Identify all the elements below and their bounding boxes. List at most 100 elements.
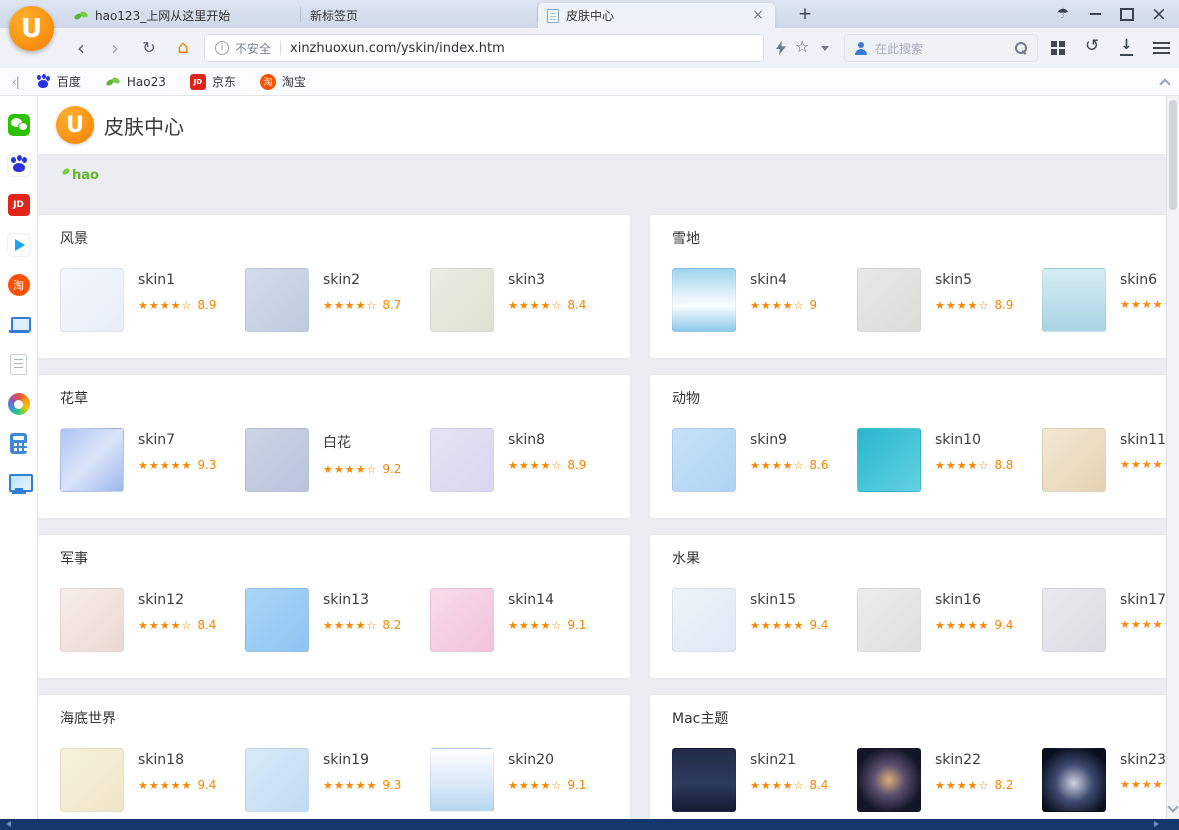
skin-thumbnail[interactable]: [672, 748, 736, 812]
menu-icon[interactable]: [1153, 42, 1170, 54]
new-tab-button[interactable]: +: [792, 4, 818, 25]
incognito-umbrella-icon[interactable]: [1047, 3, 1079, 25]
sidebar-baidu-button[interactable]: [0, 154, 37, 176]
collapse-toolbar-icon[interactable]: [1159, 78, 1170, 89]
skin-thumbnail[interactable]: [1042, 748, 1106, 812]
skin-thumbnail[interactable]: [430, 268, 494, 332]
skin-thumbnail[interactable]: [857, 268, 921, 332]
scroll-down-icon[interactable]: [1167, 801, 1178, 812]
minimize-button[interactable]: [1079, 3, 1111, 25]
skin-item[interactable]: skin7 ★★★★★9.3: [60, 428, 245, 492]
skin-item[interactable]: skin6 ★★★★☆: [1042, 268, 1166, 332]
skin-item[interactable]: skin1 ★★★★☆8.9: [60, 268, 245, 332]
sidebar-palette-button[interactable]: [0, 393, 37, 415]
bookmark-star-icon[interactable]: [795, 37, 809, 56]
skin-thumbnail[interactable]: [1042, 268, 1106, 332]
skin-item[interactable]: skin3 ★★★★☆8.4: [430, 268, 615, 332]
url-dropdown-icon[interactable]: [821, 46, 829, 51]
skin-item[interactable]: skin15 ★★★★★9.4: [672, 588, 857, 652]
skin-thumbnail[interactable]: [245, 268, 309, 332]
uc-browser-logo[interactable]: U: [9, 6, 54, 51]
skin-item[interactable]: skin9 ★★★★☆8.6: [672, 428, 857, 492]
skin-item[interactable]: skin8 ★★★★☆8.9: [430, 428, 615, 492]
skin-item[interactable]: skin11 ★★★★☆: [1042, 428, 1166, 492]
skin-thumbnail[interactable]: [60, 268, 124, 332]
tab-close-icon[interactable]: ×: [750, 8, 766, 24]
skin-item[interactable]: 白花 ★★★★☆9.2: [245, 428, 430, 492]
horizontal-scrollbar[interactable]: [0, 819, 1179, 830]
tab-3[interactable]: 皮肤中心×: [538, 3, 775, 28]
skin-item[interactable]: skin14 ★★★★☆9.1: [430, 588, 615, 652]
bookmark-baidu[interactable]: 百度: [35, 73, 81, 90]
skin-item[interactable]: skin22 ★★★★☆8.2: [857, 748, 1042, 812]
url-text[interactable]: xinzhuoxun.com/yskin/index.htm: [290, 41, 505, 56]
skin-item[interactable]: skin19 ★★★★★9.3: [245, 748, 430, 812]
skin-item[interactable]: skin20 ★★★★☆9.1: [430, 748, 615, 812]
sidebar-monitor-button[interactable]: [0, 472, 37, 494]
skin-thumbnail[interactable]: [60, 588, 124, 652]
sidebar-document-button[interactable]: [0, 354, 37, 375]
skin-thumbnail[interactable]: [857, 748, 921, 812]
skin-thumbnail[interactable]: [60, 748, 124, 812]
collapse-sidebar-icon[interactable]: [12, 75, 19, 89]
skin-item[interactable]: skin2 ★★★★☆8.7: [245, 268, 430, 332]
download-icon[interactable]: [1119, 37, 1134, 56]
vertical-scrollbar[interactable]: [1166, 96, 1179, 819]
skin-category-card: Mac主题 skin21 ★★★★☆8.4 skin22 ★★★★☆8.2 sk…: [650, 695, 1166, 819]
search-icon[interactable]: [1014, 41, 1028, 55]
close-button[interactable]: [1143, 3, 1175, 25]
skin-item[interactable]: skin10 ★★★★☆8.8: [857, 428, 1042, 492]
skin-rating: ★★★★★9.3: [138, 458, 216, 472]
sidebar-calculator-button[interactable]: [0, 433, 37, 454]
search-engine-icon[interactable]: [854, 42, 868, 55]
skin-thumbnail[interactable]: [857, 588, 921, 652]
window-controls: [1047, 3, 1175, 25]
skin-thumbnail[interactable]: [857, 428, 921, 492]
info-icon[interactable]: [215, 41, 229, 55]
sidebar-video-button[interactable]: [0, 234, 37, 256]
tab-1[interactable]: hao123_上网从这里开始: [64, 3, 301, 28]
home-button[interactable]: [170, 35, 196, 61]
sidebar-laptop-button[interactable]: [0, 314, 37, 336]
bookmark-taobao[interactable]: 淘宝: [260, 73, 306, 90]
bookmark-jd[interactable]: 京东: [190, 73, 236, 90]
bookmark-hao[interactable]: Hao23: [105, 74, 166, 90]
back-button[interactable]: [68, 35, 94, 61]
skin-thumbnail[interactable]: [245, 428, 309, 492]
sidebar-jd-button[interactable]: [0, 194, 37, 216]
skin-thumbnail[interactable]: [430, 428, 494, 492]
skin-thumbnail[interactable]: [1042, 428, 1106, 492]
skin-item[interactable]: skin21 ★★★★☆8.4: [672, 748, 857, 812]
url-box[interactable]: 不安全 xinzhuoxun.com/yskin/index.htm: [204, 34, 764, 62]
skin-thumbnail[interactable]: [430, 748, 494, 812]
skin-thumbnail[interactable]: [1042, 588, 1106, 652]
skin-item[interactable]: skin12 ★★★★☆8.4: [60, 588, 245, 652]
skin-item[interactable]: skin13 ★★★★☆8.2: [245, 588, 430, 652]
skin-thumbnail[interactable]: [245, 748, 309, 812]
sidebar-taobao-button[interactable]: [0, 274, 37, 296]
skin-thumbnail[interactable]: [672, 588, 736, 652]
skin-thumbnail[interactable]: [672, 428, 736, 492]
skin-item[interactable]: skin5 ★★★★☆8.9: [857, 268, 1042, 332]
skin-thumbnail[interactable]: [60, 428, 124, 492]
forward-button[interactable]: [102, 35, 128, 61]
sidebar-wechat-button[interactable]: [0, 114, 37, 136]
tab-2[interactable]: 新标签页: [301, 3, 538, 28]
search-box[interactable]: 在此搜索: [844, 34, 1038, 62]
maximize-button[interactable]: [1111, 3, 1143, 25]
speed-mode-icon[interactable]: [776, 41, 786, 55]
skin-thumbnail[interactable]: [430, 588, 494, 652]
skin-item[interactable]: skin17 ★★★★☆: [1042, 588, 1166, 652]
skin-rating: ★★★★☆8.4: [508, 298, 586, 312]
undo-icon[interactable]: [1085, 36, 1099, 56]
skin-thumbnail[interactable]: [672, 268, 736, 332]
apps-grid-icon[interactable]: [1050, 40, 1066, 56]
skin-thumbnail[interactable]: [245, 588, 309, 652]
reload-button[interactable]: [136, 35, 162, 61]
skin-meta: skin10 ★★★★☆8.8: [935, 428, 1013, 492]
skin-item[interactable]: skin18 ★★★★★9.4: [60, 748, 245, 812]
skin-item[interactable]: skin23 ★★★★☆: [1042, 748, 1166, 812]
skin-item[interactable]: skin4 ★★★★☆9: [672, 268, 857, 332]
scrollbar-thumb[interactable]: [1169, 100, 1177, 210]
skin-item[interactable]: skin16 ★★★★★9.4: [857, 588, 1042, 652]
